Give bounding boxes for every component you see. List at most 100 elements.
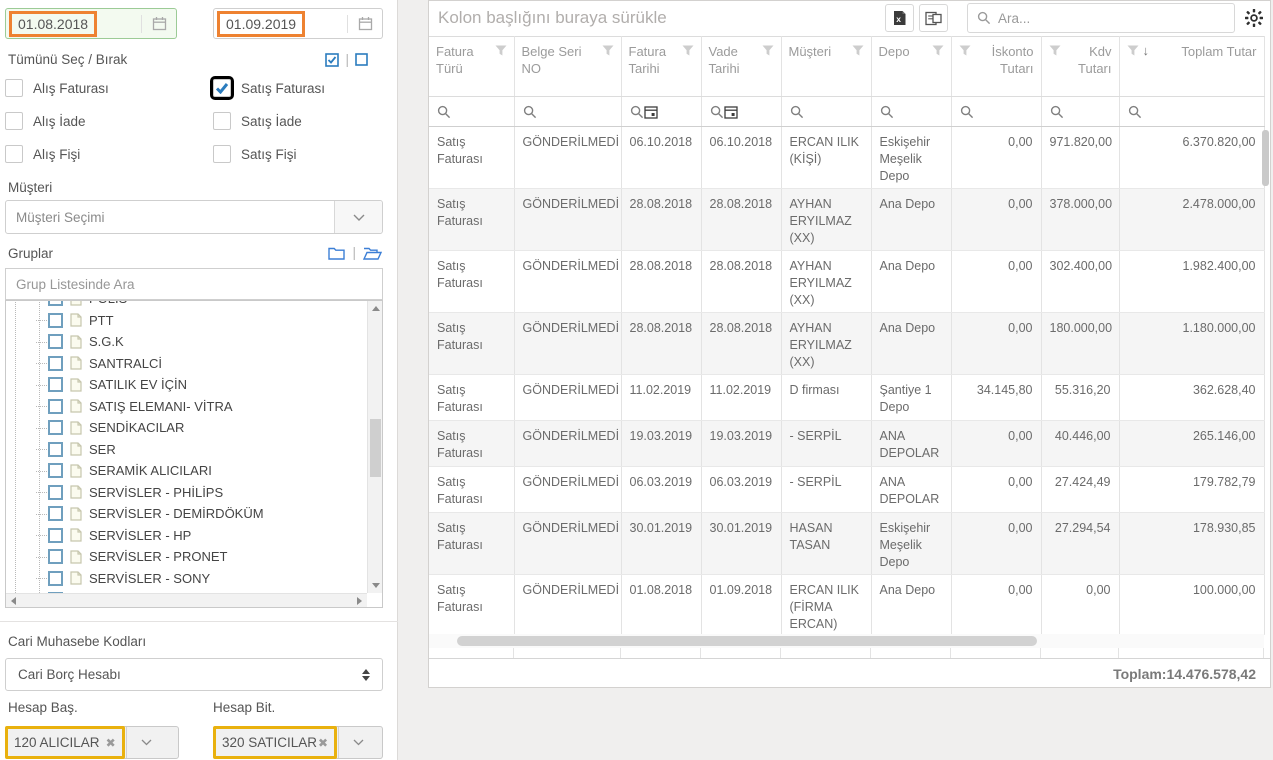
- table-row[interactable]: Satış FaturasıGÖNDERİLMEDİ11.02.201911.0…: [429, 375, 1264, 421]
- table-cell[interactable]: 971.820,00: [1041, 127, 1119, 189]
- table-cell[interactable]: 01.08.2018: [621, 575, 701, 635]
- table-cell[interactable]: GÖNDERİLMEDİ: [514, 313, 621, 375]
- tree-item-servi-sler---sony[interactable]: SERVİSLER - SONY: [34, 568, 367, 590]
- table-cell[interactable]: 40.446,00: [1041, 421, 1119, 467]
- table-cell[interactable]: Eskişehir Meşelik Depo: [871, 513, 951, 575]
- table-cell[interactable]: AYHAN ERYILMAZ (XX): [781, 313, 871, 375]
- tree-item-ptt[interactable]: PTT: [34, 310, 367, 332]
- table-cell[interactable]: GÖNDERİLMEDİ: [514, 513, 621, 575]
- table-cell[interactable]: 0,00: [951, 189, 1041, 251]
- tree-item-poli-s[interactable]: POLİS: [34, 301, 367, 310]
- table-cell[interactable]: 28.08.2018: [621, 189, 701, 251]
- tree-item-ser[interactable]: SER: [34, 439, 367, 461]
- tree-item-servi-sler---hp[interactable]: SERVİSLER - HP: [34, 525, 367, 547]
- table-cell[interactable]: Şantiye 1 Depo: [871, 375, 951, 421]
- tree-checkbox-icon[interactable]: [48, 463, 63, 478]
- date-from-input[interactable]: 01.08.2018: [5, 8, 177, 39]
- cari-account-select[interactable]: Cari Borç Hesabı: [5, 658, 383, 691]
- table-cell[interactable]: 27.294,54: [1041, 513, 1119, 575]
- checkbox-alış-fişi[interactable]: Alış Fişi: [5, 144, 213, 164]
- checkbox-unchecked-icon[interactable]: [213, 145, 231, 163]
- table-cell[interactable]: 19.03.2019: [621, 421, 701, 467]
- filter-cell-fatura-türü[interactable]: [429, 97, 514, 127]
- checkbox-satış-i̇ade[interactable]: Satış İade: [213, 111, 383, 131]
- checkbox-alış-faturası[interactable]: Alış Faturası: [5, 78, 213, 98]
- filter-cell-fatura-tarihi[interactable]: [621, 97, 701, 127]
- group-search-input[interactable]: Grup Listesinde Ara: [5, 268, 383, 300]
- column-header-i̇skonto-tutarı[interactable]: İskonto Tutarı: [951, 37, 1041, 97]
- table-cell[interactable]: 34.145,80: [951, 375, 1041, 421]
- group-drop-zone[interactable]: Kolon başlığını buraya sürükle: [438, 8, 667, 28]
- filter-cell-toplam-tutar[interactable]: [1119, 97, 1264, 127]
- table-cell[interactable]: 0,00: [951, 575, 1041, 635]
- search-icon[interactable]: [960, 105, 974, 119]
- table-cell[interactable]: 30.01.2019: [621, 513, 701, 575]
- table-cell[interactable]: ERCAN ILIK (FİRMA ERCAN): [781, 575, 871, 635]
- filter-funnel-icon[interactable]: [1127, 45, 1139, 56]
- filter-funnel-icon[interactable]: [495, 45, 507, 56]
- checkbox-satış-fişi[interactable]: Satış Fişi: [213, 144, 383, 164]
- calendar-icon[interactable]: [724, 105, 738, 119]
- table-cell[interactable]: GÖNDERİLMEDİ: [514, 467, 621, 513]
- tree-checkbox-icon[interactable]: [48, 377, 63, 392]
- filter-funnel-icon[interactable]: [852, 45, 864, 56]
- tree-checkbox-icon[interactable]: [48, 334, 63, 349]
- table-cell[interactable]: Satış Faturası: [429, 513, 514, 575]
- excel-export-button[interactable]: x: [885, 4, 914, 32]
- tree-checkbox-icon[interactable]: [48, 549, 63, 564]
- table-row[interactable]: Satış FaturasıGÖNDERİLMEDİ30.01.201930.0…: [429, 513, 1264, 575]
- tree-item-sendi-kacilar[interactable]: SENDİKACILAR: [34, 417, 367, 439]
- table-cell[interactable]: GÖNDERİLMEDİ: [514, 251, 621, 313]
- table-cell[interactable]: - SERPİL: [781, 421, 871, 467]
- table-cell[interactable]: ANA DEPOLAR: [871, 467, 951, 513]
- settings-button[interactable]: [1241, 5, 1267, 31]
- calendar-icon[interactable]: [141, 15, 176, 33]
- table-cell[interactable]: 19.03.2019: [701, 421, 781, 467]
- table-cell[interactable]: HASAN TASAN: [781, 513, 871, 575]
- hesap-bit-select[interactable]: 320 SATICILAR ✖: [213, 726, 383, 759]
- scroll-right-icon[interactable]: [352, 594, 367, 608]
- checkbox-unchecked-icon[interactable]: [5, 112, 23, 130]
- column-header-fatura-tarihi[interactable]: Fatura Tarihi: [621, 37, 701, 97]
- table-cell[interactable]: 06.10.2018: [701, 127, 781, 189]
- column-header-vade-tarihi[interactable]: Vade Tarihi: [701, 37, 781, 97]
- tree-item-santralci-[interactable]: SANTRALCİ: [34, 353, 367, 375]
- table-cell[interactable]: 06.03.2019: [701, 467, 781, 513]
- tree-item-satilik-ev-i-çi-n[interactable]: SATILIK EV İÇİN: [34, 374, 367, 396]
- calendar-icon[interactable]: [347, 15, 382, 33]
- search-icon[interactable]: [790, 105, 804, 119]
- grid-vertical-scrollbar[interactable]: [1262, 128, 1269, 628]
- table-cell[interactable]: 179.782,79: [1119, 467, 1264, 513]
- grid-horizontal-scrollbar[interactable]: [429, 634, 1264, 648]
- grid-vscroll-thumb[interactable]: [1262, 130, 1269, 186]
- filter-funnel-icon[interactable]: [932, 45, 944, 56]
- tree-item-servi-sler---demi-rdöküm[interactable]: SERVİSLER - DEMİRDÖKÜM: [34, 503, 367, 525]
- scroll-left-icon[interactable]: [6, 594, 21, 608]
- table-cell[interactable]: 0,00: [951, 513, 1041, 575]
- table-cell[interactable]: GÖNDERİLMEDİ: [514, 575, 621, 635]
- table-cell[interactable]: 0,00: [951, 467, 1041, 513]
- chevron-down-icon[interactable]: [334, 201, 382, 233]
- table-cell[interactable]: 6.370.820,00: [1119, 127, 1264, 189]
- table-cell[interactable]: 302.400,00: [1041, 251, 1119, 313]
- search-icon[interactable]: [880, 105, 894, 119]
- table-cell[interactable]: 27.424,49: [1041, 467, 1119, 513]
- tree-scroll-thumb[interactable]: [370, 419, 381, 477]
- table-cell[interactable]: Satış Faturası: [429, 313, 514, 375]
- table-cell[interactable]: 378.000,00: [1041, 189, 1119, 251]
- column-chooser-button[interactable]: [919, 4, 948, 32]
- column-header-belge-seri-no[interactable]: Belge Seri NO: [514, 37, 621, 97]
- customer-select[interactable]: Müşteri Seçimi: [5, 200, 383, 234]
- table-cell[interactable]: 178.930,85: [1119, 513, 1264, 575]
- table-cell[interactable]: 30.01.2019: [701, 513, 781, 575]
- table-row[interactable]: Satış FaturasıGÖNDERİLMEDİ19.03.201919.0…: [429, 421, 1264, 467]
- select-all-icon[interactable]: [325, 53, 339, 67]
- table-cell[interactable]: 180.000,00: [1041, 313, 1119, 375]
- table-cell[interactable]: 0,00: [951, 127, 1041, 189]
- remove-tag-icon[interactable]: ✖: [318, 736, 328, 750]
- table-row[interactable]: Satış FaturasıGÖNDERİLMEDİ01.08.201801.0…: [429, 575, 1264, 635]
- checkbox-alış-i̇ade[interactable]: Alış İade: [5, 111, 213, 131]
- tree-item-serami-k-alicilari[interactable]: SERAMİK ALICILARI: [34, 460, 367, 482]
- tree-horizontal-scrollbar[interactable]: [6, 593, 367, 607]
- chevron-down-icon[interactable]: [338, 727, 378, 758]
